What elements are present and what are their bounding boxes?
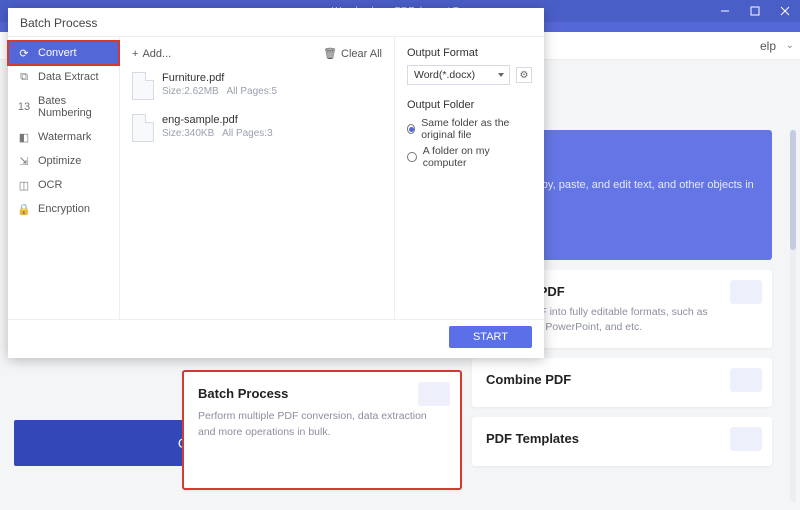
sidebar-item-watermark[interactable]: ◧ Watermark [8, 125, 119, 149]
file-row[interactable]: Furniture.pdf Size:2.62MB All Pages:5 [132, 68, 382, 110]
output-format-select[interactable]: Word(*.docx) [407, 65, 510, 85]
batch-desc-2: and more operations in bulk. [198, 425, 446, 441]
maximize-button[interactable] [740, 0, 770, 22]
batch-process-dialog: Batch Process ⟳ Convert ⧉ Data Extract 1… [8, 8, 544, 358]
convert-icon [730, 280, 762, 304]
sidebar-optimize-label: Optimize [38, 155, 81, 167]
sidebar-encryption-label: Encryption [38, 203, 90, 215]
menu-help-label: elp [760, 39, 776, 53]
templates-icon [730, 427, 762, 451]
sidebar-item-data-extract[interactable]: ⧉ Data Extract [8, 65, 119, 89]
output-format-row: Word(*.docx) ⚙ [407, 65, 532, 85]
add-file-button[interactable]: + Add... [132, 48, 171, 60]
file-name: eng-sample.pdf [162, 114, 273, 126]
watermark-icon: ◧ [18, 131, 30, 143]
minimize-button[interactable] [710, 0, 740, 22]
batch-process-card[interactable]: Batch Process Perform multiple PDF conve… [182, 370, 462, 490]
start-button[interactable]: START [449, 326, 532, 348]
format-settings-button[interactable]: ⚙ [516, 67, 532, 83]
sidebar-item-encryption[interactable]: 🔒 Encryption [8, 197, 119, 221]
lock-icon: 🔒 [18, 203, 30, 215]
radio-dot-icon [407, 124, 415, 134]
file-list-panel: + Add... 🗑 Clear All Furniture.pdf Size:… [120, 37, 394, 319]
sidebar-item-bates[interactable]: 13 Bates Numbering [8, 89, 119, 125]
start-label: START [473, 331, 508, 343]
dialog-body: ⟳ Convert ⧉ Data Extract 13 Bates Number… [8, 36, 544, 319]
batch-icon [418, 382, 450, 406]
plus-icon: + [132, 48, 138, 60]
close-button[interactable] [770, 0, 800, 22]
file-pages: All Pages:5 [227, 86, 278, 97]
window-controls [710, 0, 800, 22]
sidebar-watermark-label: Watermark [38, 131, 91, 143]
radio-custom-label: A folder on my computer [423, 145, 532, 169]
radio-same-label: Same folder as the original file [421, 117, 532, 141]
file-meta: Size:2.62MB All Pages:5 [162, 86, 277, 97]
batch-title: Batch Process [198, 386, 446, 401]
ocr-icon: ◫ [18, 179, 30, 191]
file-list-toolbar: + Add... 🗑 Clear All [132, 47, 382, 60]
combine-title: Combine PDF [486, 372, 758, 387]
chevron-down-icon[interactable]: ⌄ [786, 40, 794, 51]
file-icon [132, 114, 154, 142]
output-format-label: Output Format [407, 47, 532, 59]
sidebar-ocr-label: OCR [38, 179, 62, 191]
combine-icon [730, 368, 762, 392]
sidebar-bates-label: Bates Numbering [38, 95, 109, 119]
output-folder-label: Output Folder [407, 99, 532, 111]
file-size: Size:2.62MB [162, 86, 219, 97]
templates-title: PDF Templates [486, 431, 758, 446]
menu-help[interactable]: elp [760, 39, 776, 53]
combine-pdf-card[interactable]: Combine PDF [472, 358, 772, 407]
radio-dot-icon [407, 152, 417, 162]
dialog-title: Batch Process [8, 8, 544, 36]
file-meta: Size:340KB All Pages:3 [162, 128, 273, 139]
sidebar-convert-label: Convert [38, 47, 77, 59]
radio-same-folder[interactable]: Same folder as the original file [407, 117, 532, 141]
file-info: Furniture.pdf Size:2.62MB All Pages:5 [162, 72, 277, 97]
optimize-icon: ⇲ [18, 155, 30, 167]
number-icon: 13 [18, 101, 30, 113]
output-panel: Output Format Word(*.docx) ⚙ Output Fold… [394, 37, 544, 319]
refresh-icon: ⟳ [18, 47, 30, 59]
add-label: Add... [142, 48, 171, 60]
radio-custom-folder[interactable]: A folder on my computer [407, 145, 532, 169]
scrollbar-thumb[interactable] [790, 130, 796, 250]
batch-desc-1: Perform multiple PDF conversion, data ex… [198, 409, 446, 425]
sidebar-item-optimize[interactable]: ⇲ Optimize [8, 149, 119, 173]
file-name: Furniture.pdf [162, 72, 277, 84]
sidebar-item-ocr[interactable]: ◫ OCR [8, 173, 119, 197]
file-size: Size:340KB [162, 128, 214, 139]
sidebar-data-extract-label: Data Extract [38, 71, 99, 83]
trash-icon: 🗑 [323, 47, 337, 60]
clear-all-button[interactable]: 🗑 Clear All [323, 47, 382, 60]
gear-icon: ⚙ [520, 70, 529, 81]
file-pages: All Pages:3 [222, 128, 273, 139]
file-row[interactable]: eng-sample.pdf Size:340KB All Pages:3 [132, 110, 382, 152]
dialog-footer: START [8, 319, 544, 358]
sidebar-item-convert[interactable]: ⟳ Convert [8, 41, 119, 65]
scrollbar[interactable] [790, 130, 796, 502]
clear-label: Clear All [341, 48, 382, 60]
file-info: eng-sample.pdf Size:340KB All Pages:3 [162, 114, 273, 139]
file-icon [132, 72, 154, 100]
dialog-sidebar: ⟳ Convert ⧉ Data Extract 13 Bates Number… [8, 37, 120, 319]
output-format-value: Word(*.docx) [414, 69, 475, 81]
cube-icon: ⧉ [18, 71, 30, 83]
pdf-templates-card[interactable]: PDF Templates [472, 417, 772, 466]
